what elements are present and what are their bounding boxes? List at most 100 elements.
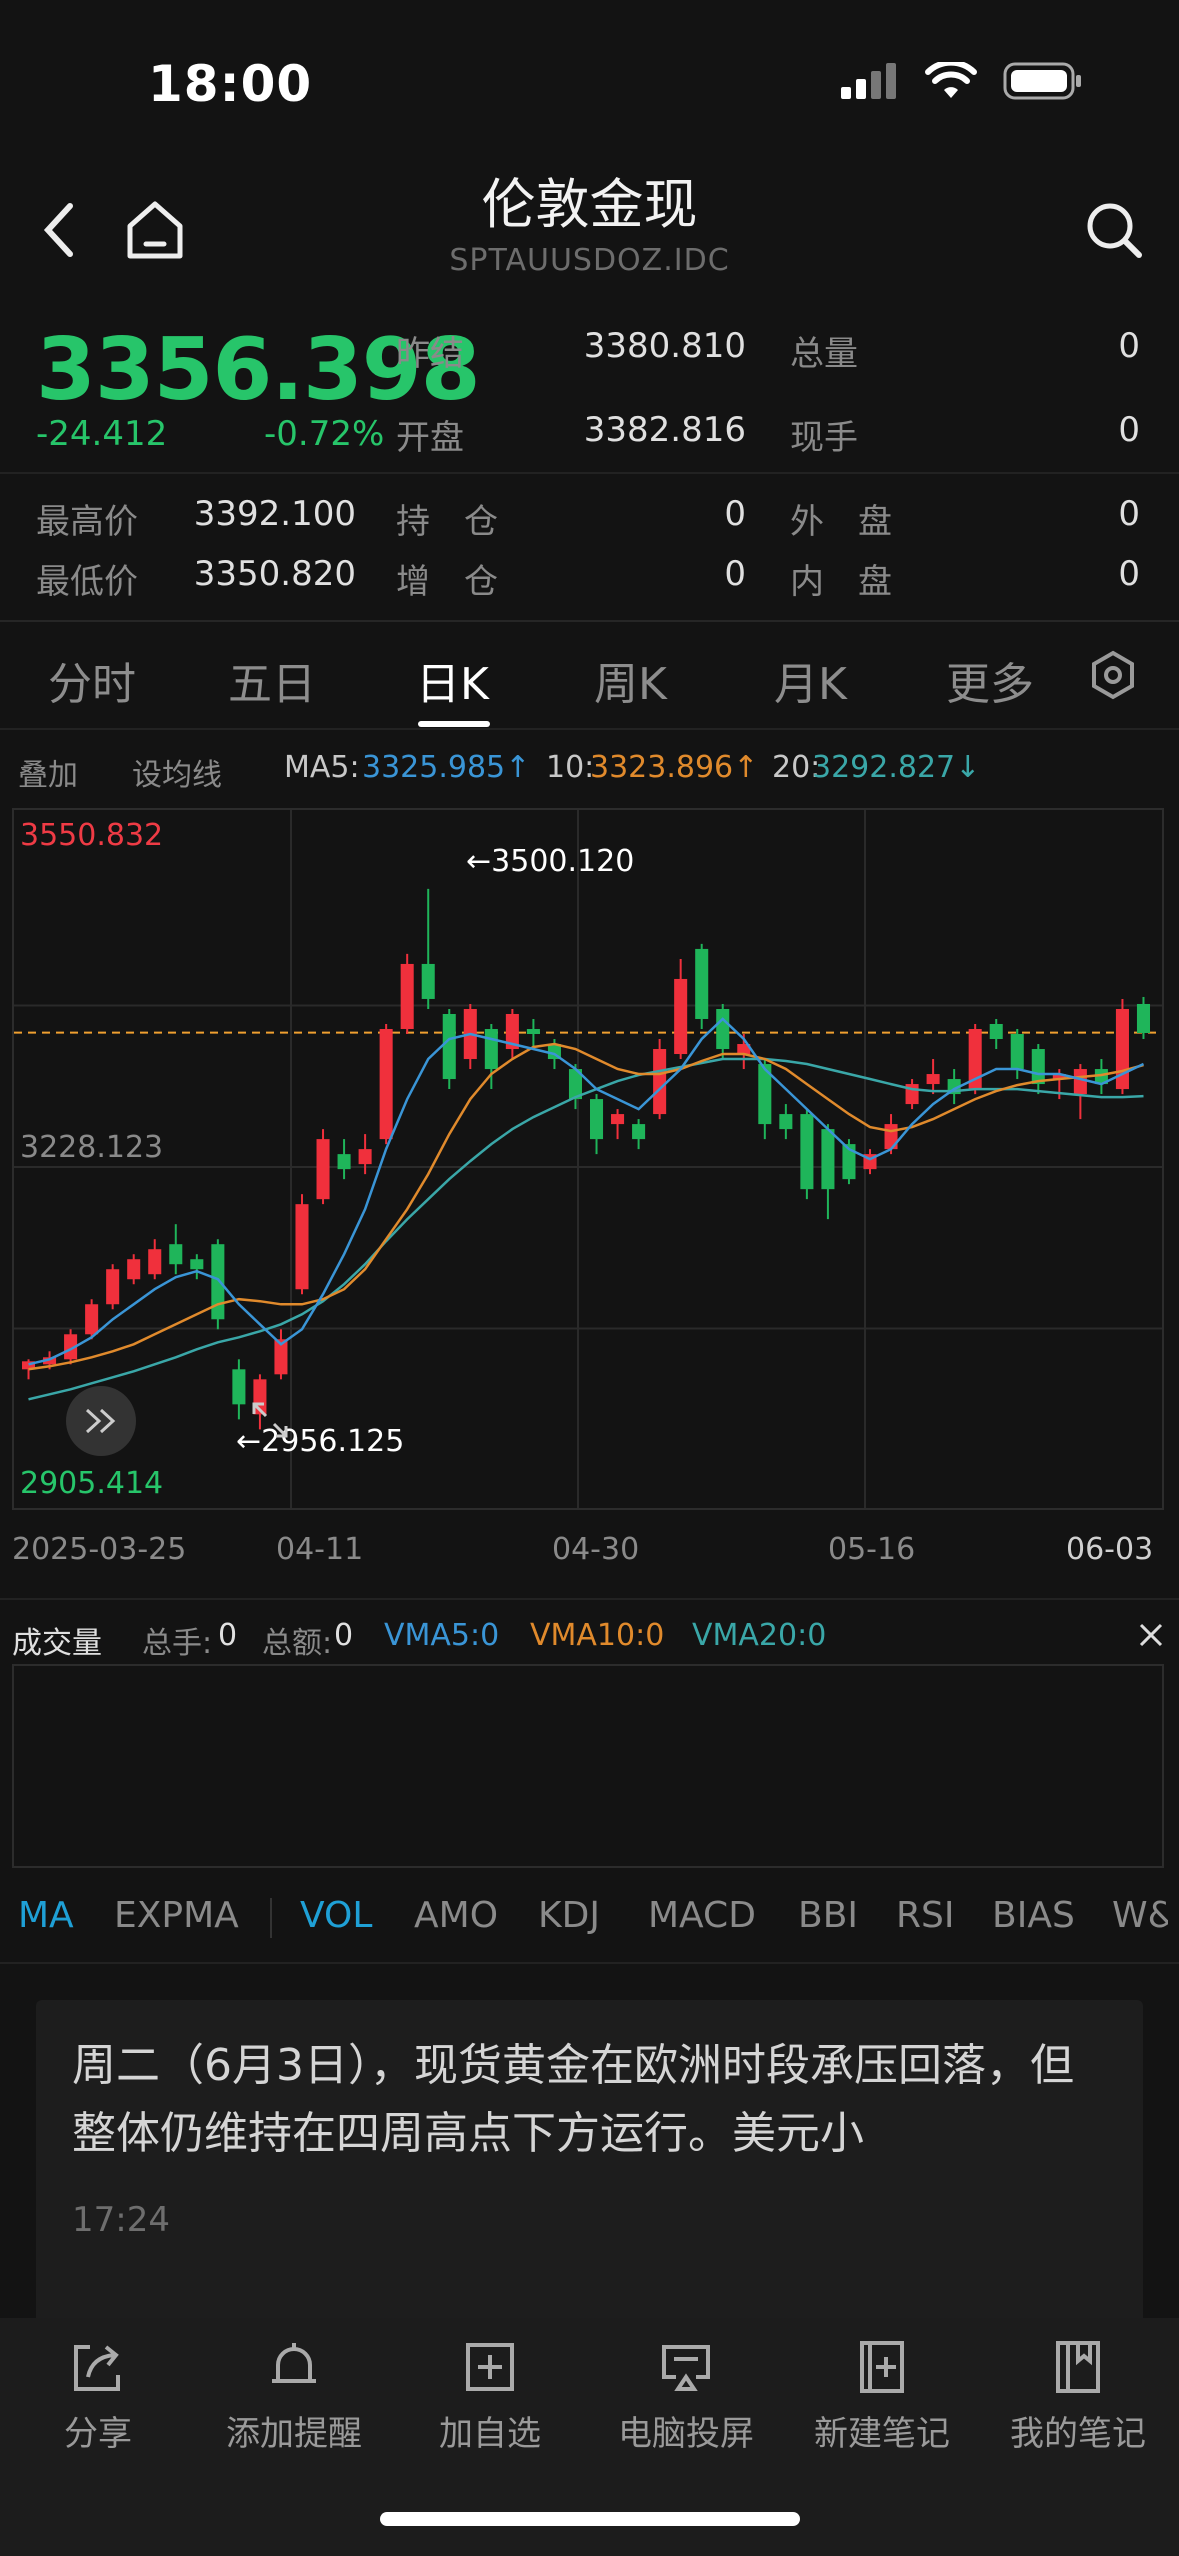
- search-button[interactable]: [1069, 190, 1159, 270]
- tab-weekly-k[interactable]: 周K: [594, 648, 667, 712]
- volume-chart: [12, 1664, 1164, 1868]
- divider: [0, 728, 1179, 730]
- add-box-icon: [466, 2343, 514, 2391]
- tab-intraday[interactable]: 分时: [48, 648, 136, 712]
- y-axis-mid-label: 3228.123: [20, 1130, 164, 1165]
- arrow-left-icon: ←: [466, 844, 492, 879]
- fullscreen-icon: [252, 1402, 288, 1438]
- candle-down: [442, 1013, 456, 1080]
- my-notes-button[interactable]: 我的笔记: [980, 2332, 1176, 2455]
- close-icon: [1139, 1623, 1163, 1647]
- candle-up: [106, 1269, 120, 1305]
- indicator-amo[interactable]: AMO: [414, 1895, 498, 1936]
- prev-settle-value: 3380.810: [583, 326, 746, 366]
- indicator-separator: [270, 1898, 272, 1938]
- candle-down: [695, 948, 709, 1019]
- tab-more[interactable]: 更多: [946, 648, 1034, 712]
- total-amount-value: 0: [334, 1618, 354, 1653]
- ma20-value: 3292.827↓: [812, 750, 981, 785]
- candle-up: [611, 1114, 625, 1125]
- tab-monthly-k[interactable]: 月K: [774, 648, 847, 712]
- chart-settings-button[interactable]: [1088, 650, 1138, 704]
- add-watchlist-label: 加自选: [439, 2414, 541, 2454]
- current-hand-value: 0: [1118, 410, 1140, 450]
- volume-title: 成交量: [12, 1626, 102, 1661]
- x-tick-label: 06-03: [1066, 1532, 1154, 1567]
- open-interest-label: 持 仓: [396, 502, 498, 542]
- open-interest-value: 0: [724, 494, 746, 534]
- tab-five-day[interactable]: 五日: [228, 648, 316, 712]
- status-time: 18:00: [148, 55, 313, 113]
- indicator-bias[interactable]: BIAS: [992, 1895, 1075, 1936]
- price-change-percent: -0.72%: [264, 414, 385, 454]
- overlay-button[interactable]: 叠加: [18, 750, 78, 794]
- candle-down: [716, 1008, 730, 1050]
- share-label: 分享: [64, 2414, 132, 2454]
- notebook-icon: [1056, 2341, 1100, 2393]
- expand-button[interactable]: [66, 1386, 136, 1456]
- indicator-expma[interactable]: EXPMA: [114, 1895, 239, 1936]
- candle-down: [169, 1244, 183, 1265]
- indicator-ma[interactable]: MA: [18, 1895, 74, 1936]
- divider: [0, 1598, 1179, 1600]
- candle-down: [484, 1029, 498, 1070]
- vma5-value: VMA5:0: [384, 1618, 500, 1653]
- y-axis-min-label: 2905.414: [20, 1466, 164, 1501]
- candle-down: [779, 1114, 793, 1130]
- low-label: 最低价: [36, 562, 138, 602]
- candle-down: [989, 1023, 1003, 1040]
- inner-volume-label: 内 盘: [790, 562, 892, 602]
- set-ma-button[interactable]: 设均线: [132, 750, 222, 794]
- candle-down: [337, 1154, 351, 1170]
- candle-down: [211, 1244, 225, 1320]
- fullscreen-button[interactable]: [250, 1400, 290, 1444]
- candle-down: [190, 1259, 204, 1270]
- page-title: 伦敦金现: [481, 173, 698, 236]
- add-alert-button[interactable]: 添加提醒: [196, 2332, 392, 2455]
- high-label: 最高价: [36, 502, 138, 542]
- increase-position-value: 0: [724, 554, 746, 594]
- indicator-kdj[interactable]: KDJ: [538, 1895, 600, 1936]
- high-value: 3392.100: [193, 494, 356, 534]
- indicator-macd[interactable]: MACD: [648, 1895, 756, 1936]
- indicator-bbi[interactable]: BBI: [798, 1895, 858, 1936]
- tab-daily-k[interactable]: 日K: [416, 648, 489, 712]
- price-change: -24.412: [36, 414, 168, 454]
- candle-up: [148, 1249, 162, 1275]
- indicator-rsi[interactable]: RSI: [896, 1895, 954, 1936]
- x-tick-label: 04-30: [552, 1532, 640, 1567]
- kline-svg: [14, 810, 1162, 1508]
- current-hand-label: 现手: [790, 418, 858, 458]
- total-hands-value: 0: [218, 1618, 238, 1653]
- home-indicator: [380, 2512, 800, 2526]
- indicator-wr[interactable]: W&: [1112, 1895, 1168, 1936]
- total-volume-value: 0: [1118, 326, 1140, 366]
- ma10-value: 3323.896↑: [590, 750, 759, 785]
- divider: [0, 1962, 1179, 1964]
- candle-down: [1010, 1034, 1024, 1070]
- increase-position-label: 增 仓: [396, 562, 498, 602]
- indicator-vol[interactable]: VOL: [300, 1895, 372, 1936]
- outer-volume-value: 0: [1118, 494, 1140, 534]
- close-volume-button[interactable]: [1136, 1620, 1166, 1654]
- candle-down: [421, 963, 435, 999]
- x-tick-label: 2025-03-25: [12, 1532, 187, 1567]
- wifi-icon: [925, 62, 977, 98]
- candle-up: [295, 1204, 309, 1290]
- share-button[interactable]: 分享: [0, 2332, 196, 2455]
- kline-chart[interactable]: 3550.832 3228.123 2905.414 ←3500.120 ←29…: [12, 808, 1164, 1510]
- open-value: 3382.816: [583, 410, 746, 450]
- screen-cast-button[interactable]: 电脑投屏: [588, 2332, 784, 2455]
- active-tab-indicator: [418, 721, 490, 727]
- news-text: 周二（6月3日），现货黄金在欧洲时段承压回落，但整体仍维持在四周高点下方运行。美…: [72, 2040, 1074, 2159]
- candle-down: [526, 1029, 540, 1035]
- total-volume-label: 总量: [790, 334, 858, 374]
- my-notes-label: 我的笔记: [1010, 2414, 1146, 2454]
- news-card[interactable]: 周二（6月3日），现货黄金在欧洲时段承压回落，但整体仍维持在四周高点下方运行。美…: [36, 2000, 1143, 2330]
- add-watchlist-button[interactable]: 加自选: [392, 2332, 588, 2455]
- vma20-value: VMA20:0: [692, 1618, 827, 1653]
- double-chevron-right-icon: [85, 1408, 116, 1434]
- ma10-label: 10:: [546, 750, 595, 785]
- new-note-button[interactable]: 新建笔记: [784, 2332, 980, 2455]
- share-icon: [74, 2345, 120, 2391]
